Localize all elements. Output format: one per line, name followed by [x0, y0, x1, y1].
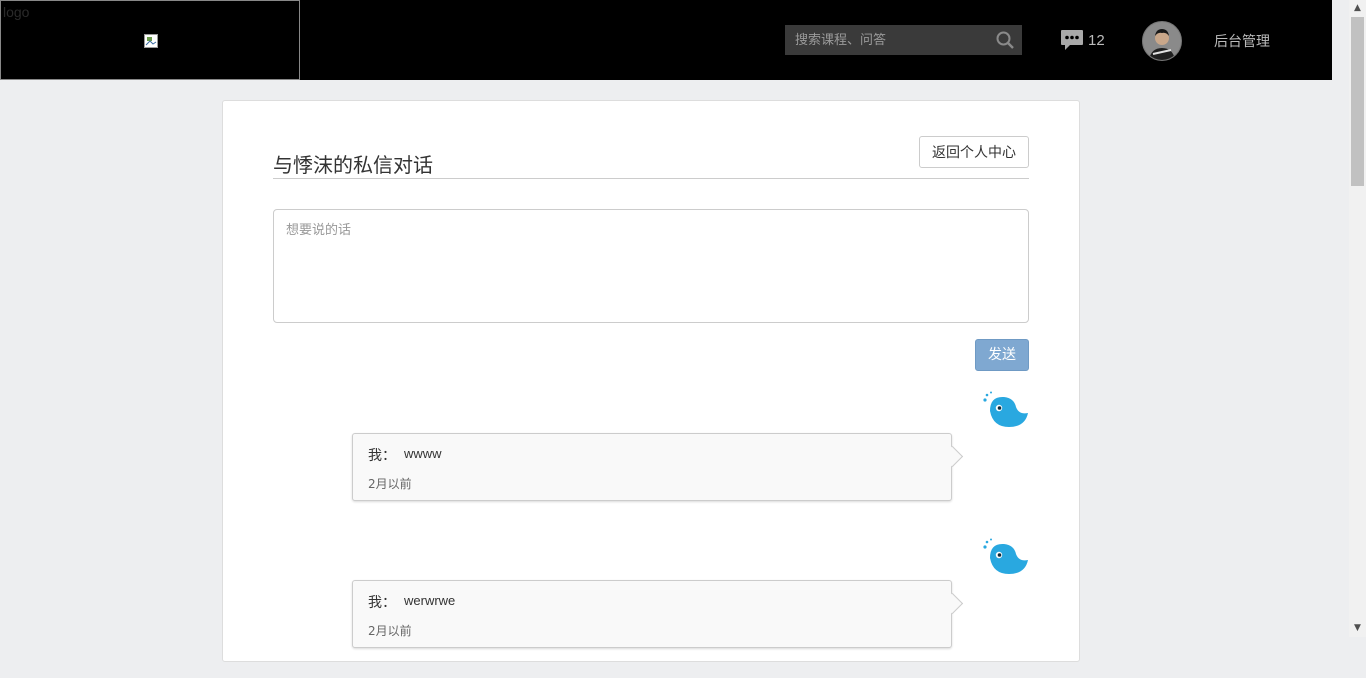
blue-bird-avatar-icon	[983, 538, 1028, 574]
avatar-image	[1143, 22, 1181, 60]
scrollbar-thumb[interactable]	[1351, 17, 1364, 186]
send-button[interactable]: 发送	[975, 339, 1029, 371]
title-divider	[273, 178, 1029, 179]
search-input[interactable]	[785, 25, 995, 55]
message-author: 我：	[368, 595, 396, 611]
search-icon[interactable]	[996, 31, 1014, 49]
message-count: 12	[1088, 31, 1105, 49]
conversation-panel: 与悸沫的私信对话 返回个人中心 发送 我： wwww 2月以前	[222, 100, 1080, 662]
messages-link[interactable]: 12	[1060, 29, 1105, 51]
message-text: werwrwe	[404, 593, 456, 608]
logo-alt-text: logo	[3, 4, 30, 20]
message-bubble: 我： werwrwe 2月以前	[352, 580, 952, 648]
broken-image-icon	[144, 34, 158, 48]
admin-link[interactable]: 后台管理	[1214, 31, 1270, 51]
scroll-down-arrow-icon[interactable]: ▼	[1349, 620, 1366, 637]
message-author: 我：	[368, 448, 396, 464]
logo-link[interactable]: logo	[0, 0, 300, 80]
back-to-profile-button[interactable]: 返回个人中心	[919, 136, 1029, 168]
message-textarea[interactable]	[273, 209, 1029, 323]
top-navigation-bar: logo 12 后台管理	[0, 0, 1332, 80]
user-avatar[interactable]	[1142, 21, 1182, 61]
chat-bubble-icon	[1061, 30, 1083, 50]
message-time: 2月以前	[368, 477, 412, 491]
message-item: 我： werwrwe 2月以前	[223, 538, 1079, 678]
message-text: wwww	[404, 446, 442, 461]
message-bubble: 我： wwww 2月以前	[352, 433, 952, 501]
message-time: 2月以前	[368, 624, 412, 638]
message-item: 我： wwww 2月以前	[223, 391, 1079, 531]
blue-bird-avatar-icon	[983, 391, 1028, 427]
scroll-up-arrow-icon[interactable]: ▲	[1349, 0, 1366, 17]
page-title: 与悸沫的私信对话	[273, 153, 433, 177]
search-box	[785, 25, 1022, 55]
